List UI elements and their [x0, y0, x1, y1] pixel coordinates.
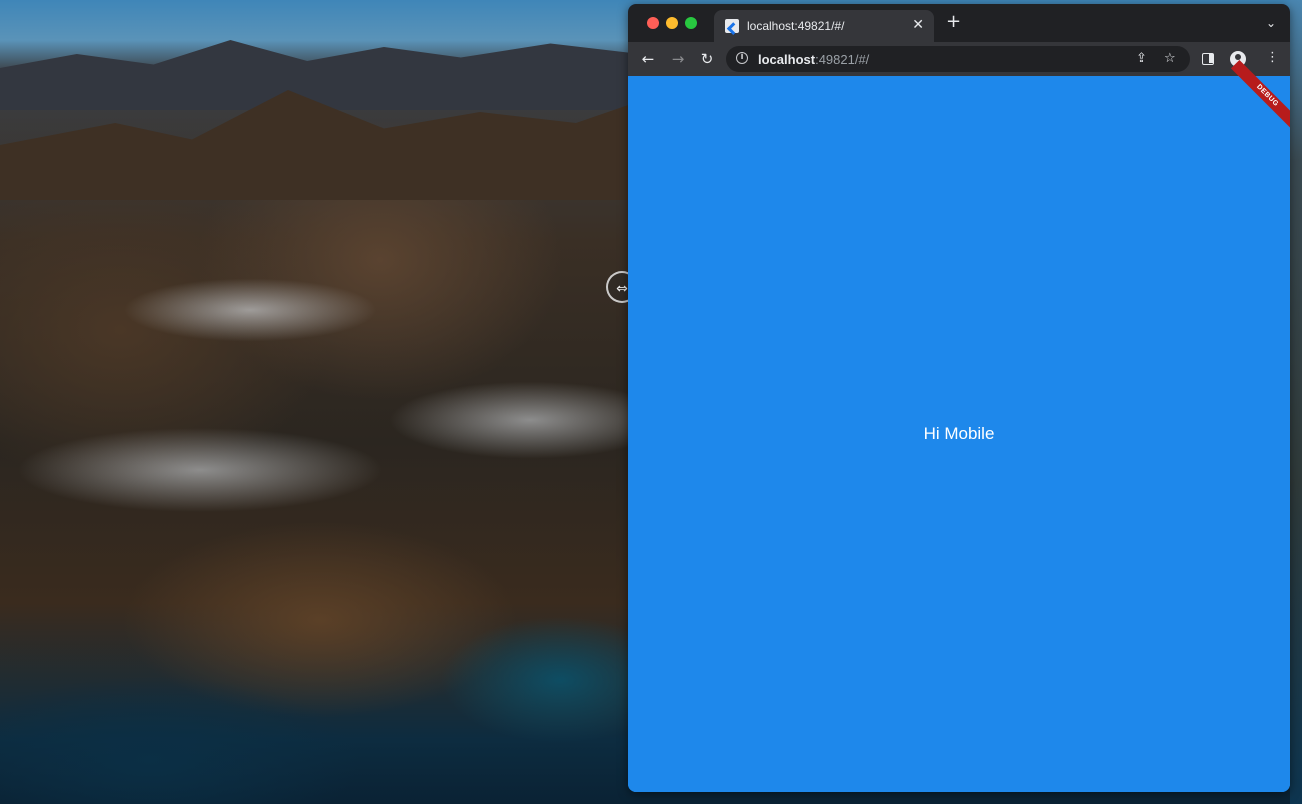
site-info-icon[interactable]: i: [736, 52, 748, 64]
url-host: localhost: [758, 52, 816, 67]
tab-search-chevron-icon[interactable]: ⌄: [1266, 16, 1276, 30]
hi-mobile-text: Hi Mobile: [923, 424, 995, 443]
address-bar[interactable]: i localhost:49821/#/ ⇪ ☆: [726, 46, 1190, 72]
tab-close-icon[interactable]: ✕: [912, 17, 924, 33]
tab-title: localhost:49821/#/: [747, 19, 845, 33]
desktop-wallpaper: ⇔ localhost:49821/#/ ✕ + ⌄ ← → ↻ i local…: [0, 0, 1302, 804]
minimize-window-button[interactable]: [666, 17, 678, 29]
url-path: :49821/#/: [815, 52, 870, 67]
tab-localhost[interactable]: localhost:49821/#/ ✕: [714, 10, 934, 42]
bookmark-star-icon[interactable]: ☆: [1164, 51, 1176, 66]
browser-menu-icon[interactable]: ⋮: [1266, 50, 1279, 65]
browser-window: localhost:49821/#/ ✕ + ⌄ ← → ↻ i localho…: [628, 4, 1290, 792]
close-window-button[interactable]: [647, 17, 659, 29]
page-viewport: DEBUG Hi Mobile: [628, 59, 1290, 792]
side-panel-icon[interactable]: [1202, 53, 1214, 65]
share-icon[interactable]: ⇪: [1136, 51, 1147, 66]
flutter-favicon-icon: [725, 19, 739, 33]
maximize-window-button[interactable]: [685, 17, 697, 29]
address-url: localhost:49821/#/: [758, 52, 869, 67]
tab-strip: localhost:49821/#/ ✕ + ⌄: [628, 4, 1290, 42]
forward-button[interactable]: →: [668, 49, 688, 69]
new-tab-button[interactable]: +: [946, 13, 961, 31]
back-button[interactable]: ←: [638, 49, 658, 69]
wallpaper-mountain-ridge: [0, 40, 640, 110]
wallpaper-edge-strip: [1290, 0, 1302, 804]
reload-button[interactable]: ↻: [697, 49, 717, 69]
browser-toolbar: ← → ↻ i localhost:49821/#/ ⇪ ☆ ⋮: [628, 42, 1290, 76]
